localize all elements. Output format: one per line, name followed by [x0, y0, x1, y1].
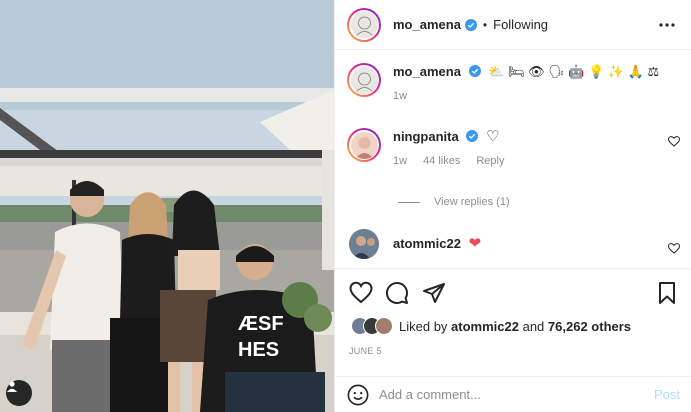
- verified-badge-icon: [468, 65, 481, 77]
- post-side-panel: mo_amena • Following mo_amena ⛅ 🛏 👁 🗣 🤖 …: [334, 0, 691, 412]
- likes-prefix: Liked by: [399, 318, 448, 334]
- post-date[interactable]: JUNE 5: [349, 346, 382, 356]
- likes-others-link[interactable]: 76,262 others: [548, 319, 631, 334]
- comment-text: ❤: [468, 235, 482, 252]
- comments-list: mo_amena ⛅ 🛏 👁 🗣 🤖 💡 ✨ 🙏 ⚖ 1w ningpanita…: [335, 51, 691, 268]
- bookmark-icon[interactable]: [655, 281, 679, 305]
- comment-likes[interactable]: 44 likes: [423, 152, 460, 170]
- emoji-icon[interactable]: [347, 384, 369, 406]
- caption-avatar[interactable]: [347, 63, 381, 97]
- caption-time[interactable]: 1w: [393, 87, 407, 105]
- header-separator: •: [482, 17, 488, 32]
- comment-icon[interactable]: [385, 281, 409, 305]
- comment-item: ningpanita ♡ 1w 44 likes Reply: [347, 128, 680, 170]
- more-horizontal-icon: [659, 22, 675, 27]
- action-bar: [335, 268, 691, 316]
- caption-text: ⛅ 🛏 👁 🗣 🤖 💡 ✨ 🙏 ⚖: [488, 64, 660, 79]
- avatar-photo-icon: [349, 229, 379, 259]
- view-replies-button[interactable]: View replies (1): [398, 196, 510, 208]
- photo-illustration: ÆSF HES: [0, 0, 334, 412]
- comment-username[interactable]: ningpanita: [393, 129, 459, 144]
- add-comment-bar: Post: [335, 376, 691, 412]
- post-photo[interactable]: ÆSF HES: [0, 0, 334, 412]
- reply-button[interactable]: Reply: [476, 152, 504, 170]
- avatar-sketch-icon: [355, 16, 373, 37]
- share-icon[interactable]: [422, 281, 446, 305]
- comment-text: ♡: [485, 128, 500, 145]
- comment-like-icon[interactable]: [668, 243, 680, 254]
- user-tag-button[interactable]: [6, 380, 32, 406]
- svg-text:HES: HES: [238, 339, 279, 361]
- post-view: ÆSF HES mo_amena • Following mo_amena ⛅ …: [0, 0, 691, 412]
- avatar-photo-icon: [354, 136, 374, 159]
- heart-icon[interactable]: [349, 281, 373, 305]
- commenter-avatar[interactable]: [349, 229, 379, 259]
- avatar-sketch-icon: [355, 72, 373, 92]
- post-comment-button[interactable]: Post: [654, 387, 680, 402]
- author-username[interactable]: mo_amena: [393, 17, 461, 32]
- caption: mo_amena ⛅ 🛏 👁 🗣 🤖 💡 ✨ 🙏 ⚖ 1w: [347, 63, 680, 105]
- likes-user-link[interactable]: atommic22: [451, 319, 519, 334]
- author-avatar[interactable]: [347, 7, 381, 42]
- more-options-button[interactable]: [655, 13, 679, 37]
- caption-username[interactable]: mo_amena: [393, 64, 461, 79]
- comment-item: atommic22 ❤: [347, 229, 680, 259]
- post-header: mo_amena • Following: [335, 0, 691, 50]
- liker-avatar[interactable]: [375, 317, 393, 335]
- replies-divider: [398, 201, 420, 203]
- user-tag-icon: [7, 381, 17, 392]
- view-replies-label: View replies (1): [434, 196, 510, 208]
- comment-input[interactable]: [379, 387, 654, 402]
- comment-like-icon[interactable]: [668, 136, 680, 147]
- likes-middle: and: [522, 318, 545, 334]
- likes-summary: Liked by atommic22 and 76,262 others: [351, 317, 631, 335]
- verified-badge-icon: [464, 18, 477, 31]
- svg-text:ÆSF: ÆSF: [238, 313, 284, 335]
- comment-time[interactable]: 1w: [393, 152, 407, 170]
- follow-status-button[interactable]: Following: [493, 17, 548, 32]
- comment-username[interactable]: atommic22: [393, 236, 461, 251]
- verified-badge-icon: [466, 130, 479, 142]
- commenter-avatar[interactable]: [347, 128, 381, 162]
